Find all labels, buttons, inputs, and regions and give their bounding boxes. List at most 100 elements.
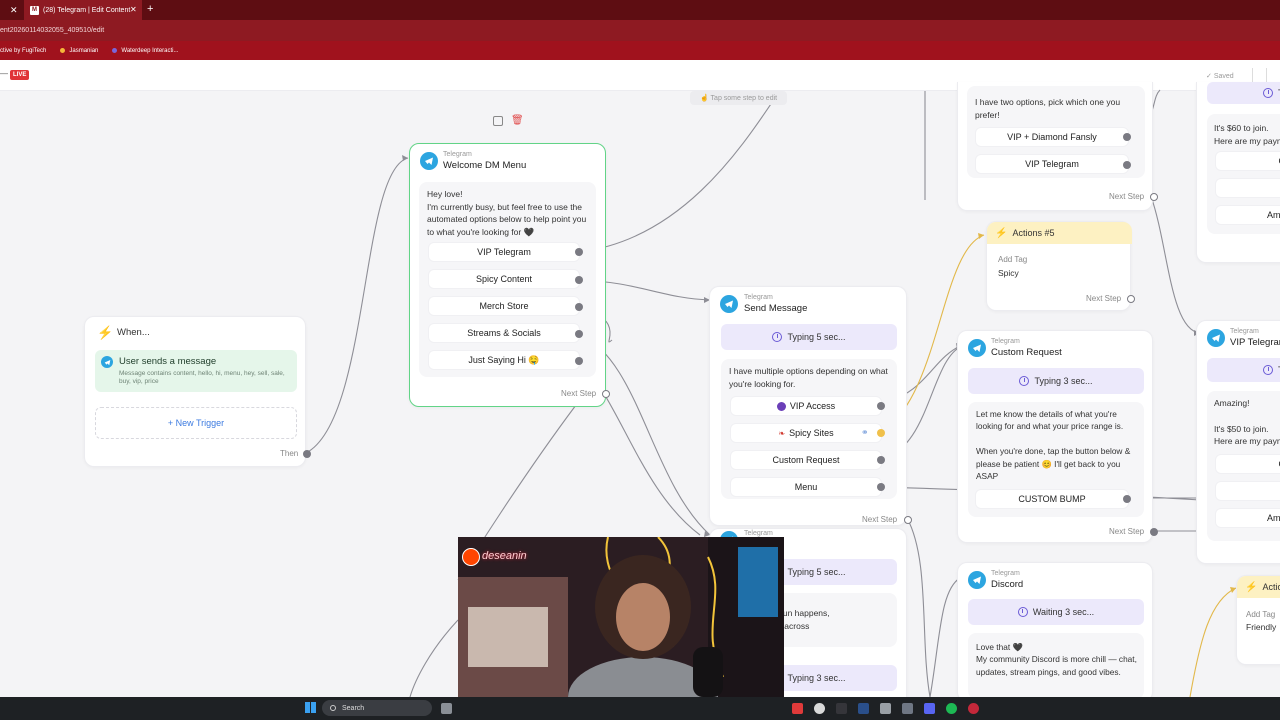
menu-button-vip-diamond-fansly[interactable]: VIP + Diamond Fansly <box>975 127 1129 147</box>
payment-button[interactable]: Ca <box>1215 454 1280 474</box>
custom-bump-button[interactable]: CUSTOM BUMP <box>975 489 1129 509</box>
next-step-port[interactable] <box>1150 193 1158 201</box>
node-title: Welcome DM Menu <box>443 160 527 171</box>
vip-options-node[interactable]: I have two options, pick which one you p… <box>957 82 1158 211</box>
webcam-overlay: deseanin <box>458 537 784 697</box>
button-port[interactable] <box>575 330 583 338</box>
message-text: I have two options, pick which one you p… <box>975 97 1121 120</box>
pointer-icon: ☝ <box>700 95 711 102</box>
button-port[interactable] <box>1123 161 1131 169</box>
button-port[interactable] <box>575 248 583 256</box>
app-icon[interactable] <box>858 703 869 714</box>
next-step-label: Next Step <box>561 389 597 398</box>
menu-button-spicy-sites[interactable]: ❧ Spicy Sites <box>730 423 882 443</box>
menu-button-custom-request[interactable]: Custom Request <box>730 450 882 470</box>
vip-icon <box>776 401 786 411</box>
next-step-port[interactable] <box>1150 528 1158 536</box>
next-step-port[interactable] <box>904 516 912 524</box>
menu-button-streams-socials[interactable]: Streams & Socials <box>428 323 580 343</box>
node-platform: Telegram <box>991 570 1020 577</box>
spotify-icon[interactable] <box>946 703 957 714</box>
button-port[interactable] <box>575 303 583 311</box>
duplicate-icon[interactable] <box>493 116 503 126</box>
clock-icon <box>772 332 783 342</box>
button-port[interactable] <box>575 357 583 365</box>
discord-node[interactable]: Telegram Discord Waiting 3 sec... Love t… <box>957 562 1153 702</box>
actions-node-partial[interactable]: ⚡Action Add Tag Friendly <box>1236 575 1280 665</box>
right-top-node-partial[interactable]: Ty It's $60 to join. Here are my paym Ca… <box>1196 82 1280 263</box>
clock-icon <box>1019 376 1030 386</box>
button-port[interactable] <box>575 276 583 284</box>
telegram-icon <box>420 152 438 170</box>
next-step-port[interactable] <box>1127 295 1135 303</box>
vip-telegram-node-partial[interactable]: Telegram VIP Telegram Ty Amazing! It's $… <box>1196 320 1280 564</box>
telegram-icon <box>720 295 738 313</box>
payment-button[interactable]: V <box>1215 178 1280 198</box>
action-type: Add Tag <box>998 255 1028 264</box>
node-title: Custom Request <box>991 347 1062 358</box>
app-icon[interactable] <box>880 703 891 714</box>
trigger-item[interactable]: User sends a message Message contains co… <box>95 350 297 392</box>
bolt-icon: ⚡ <box>995 227 1008 239</box>
typing-delay: Typing 3 sec... <box>968 368 1144 394</box>
telegram-icon <box>968 339 986 357</box>
telegram-icon <box>101 356 113 368</box>
menu-button-vip-access[interactable]: VIP Access <box>730 396 882 416</box>
node-platform: Telegram <box>443 151 472 158</box>
next-step-port[interactable] <box>602 390 610 398</box>
actions-5-node[interactable]: ⚡ Actions #5 Add Tag Spicy Next Step <box>986 221 1135 311</box>
button-port[interactable] <box>1123 133 1131 141</box>
task-view-icon[interactable] <box>441 703 452 714</box>
trigger-header: When... <box>117 327 150 338</box>
typing-delay: Ty <box>1207 358 1280 382</box>
search-icon <box>330 705 336 711</box>
trigger-item-title: User sends a message <box>119 356 217 367</box>
send-message-node[interactable]: Telegram Send Message Typing 5 sec... I … <box>709 286 912 526</box>
then-port[interactable] <box>303 450 311 458</box>
next-step-label: Next Step <box>1086 294 1122 303</box>
button-port[interactable] <box>1123 495 1131 503</box>
clock-icon <box>1263 88 1273 98</box>
message-text: Amazing! It's $50 to join. Here are my p… <box>1214 398 1280 447</box>
payment-button[interactable]: Ca <box>1215 151 1280 171</box>
menu-button-merch-store[interactable]: Merch Store <box>428 296 580 316</box>
custom-request-node[interactable]: Telegram Custom Request Typing 3 sec... … <box>957 330 1158 543</box>
windows-start-icon[interactable] <box>305 702 316 713</box>
app-icon[interactable] <box>814 703 825 714</box>
menu-button-vip-telegram[interactable]: VIP Telegram <box>975 154 1129 174</box>
payment-button[interactable]: Amaz <box>1215 205 1280 225</box>
welcome-dm-node[interactable]: Telegram Welcome DM Menu Hey love! I'm c… <box>409 143 610 407</box>
next-step-label: Next Step <box>1109 527 1145 536</box>
clock-icon <box>1017 607 1028 617</box>
message-text: I have multiple options depending on wha… <box>729 366 888 389</box>
browser-icon[interactable] <box>968 703 979 714</box>
button-port[interactable] <box>877 456 885 464</box>
telegram-icon <box>1207 329 1225 347</box>
app-icon[interactable] <box>836 703 847 714</box>
menu-button-vip-telegram[interactable]: VIP Telegram <box>428 242 580 262</box>
app-icon[interactable] <box>792 703 803 714</box>
action-type: Add Tag <box>1246 610 1276 619</box>
trigger-node[interactable]: ⚡ When... User sends a message Message c… <box>84 316 311 467</box>
button-port[interactable] <box>877 402 885 410</box>
payment-button[interactable]: Amaz <box>1215 508 1280 528</box>
payment-button[interactable]: V <box>1215 481 1280 501</box>
trigger-item-desc: Message contains content, hello, hi, men… <box>119 370 285 386</box>
menu-button-spicy-content[interactable]: Spicy Content <box>428 269 580 289</box>
node-platform: Telegram <box>744 530 773 537</box>
app-icon[interactable] <box>924 703 935 714</box>
node-platform: Telegram <box>1230 328 1259 335</box>
delete-icon[interactable]: 🗑 <box>511 115 524 126</box>
message-text: Let me know the details of what you're l… <box>976 409 1131 482</box>
new-trigger-button[interactable]: + New Trigger <box>95 407 297 439</box>
menu-button-menu[interactable]: Menu <box>730 477 882 497</box>
menu-button-just-saying-hi[interactable]: Just Saying Hi 🤤 <box>428 350 580 370</box>
chili-icon: ❧ <box>778 428 786 438</box>
action-value: Spicy <box>998 268 1019 278</box>
button-port[interactable] <box>877 429 885 437</box>
taskbar-search[interactable]: Search <box>322 700 432 716</box>
waiting-delay: Waiting 3 sec... <box>968 599 1144 625</box>
app-icon[interactable] <box>902 703 913 714</box>
typing-delay: Ty <box>1207 82 1280 104</box>
button-port[interactable] <box>877 483 885 491</box>
